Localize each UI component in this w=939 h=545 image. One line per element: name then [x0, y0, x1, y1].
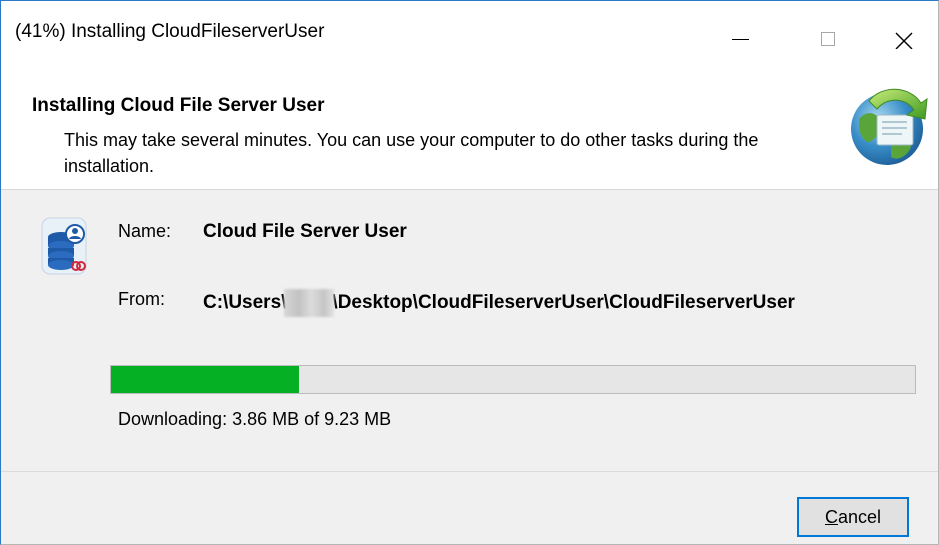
header-title: Installing Cloud File Server User — [32, 95, 325, 116]
name-label: Name: — [118, 221, 172, 241]
minimize-button[interactable] — [694, 1, 784, 49]
source-path-suffix: \Desktop\CloudFileserverUser\CloudFilese… — [332, 292, 795, 313]
redacted-username — [284, 289, 335, 317]
minimize-icon — [732, 39, 749, 40]
source-path-prefix: C:\Users\ — [203, 292, 287, 313]
progress-fill — [111, 366, 300, 393]
cancel-button[interactable]: Cancel — [797, 497, 909, 537]
close-icon — [895, 32, 913, 50]
cancel-label: ancel — [837, 507, 882, 527]
installer-header: Installing Cloud File Server User This m… — [1, 49, 938, 190]
install-progress-bar — [110, 365, 916, 394]
source-path-value: C:\Users\ \Desktop\CloudFileserverUser\Cl… — [203, 289, 795, 317]
globe-install-icon — [851, 88, 928, 165]
app-name-value: Cloud File Server User — [203, 221, 407, 242]
maximize-icon — [821, 32, 835, 46]
header-description: This may take several minutes. You can u… — [64, 130, 759, 176]
title-bar[interactable]: (41%) Installing CloudFileserverUser — [1, 1, 938, 50]
from-label: From: — [118, 289, 165, 309]
installer-window: (41%) Installing CloudFileserverUser Ins… — [0, 0, 939, 545]
window-title: (41%) Installing CloudFileserverUser — [15, 21, 325, 42]
cancel-mnemonic: C — [824, 507, 838, 527]
download-status-text: Downloading: 3.86 MB of 9.23 MB — [118, 409, 392, 429]
cloud-database-user-icon — [41, 217, 87, 275]
close-button[interactable] — [858, 1, 938, 50]
